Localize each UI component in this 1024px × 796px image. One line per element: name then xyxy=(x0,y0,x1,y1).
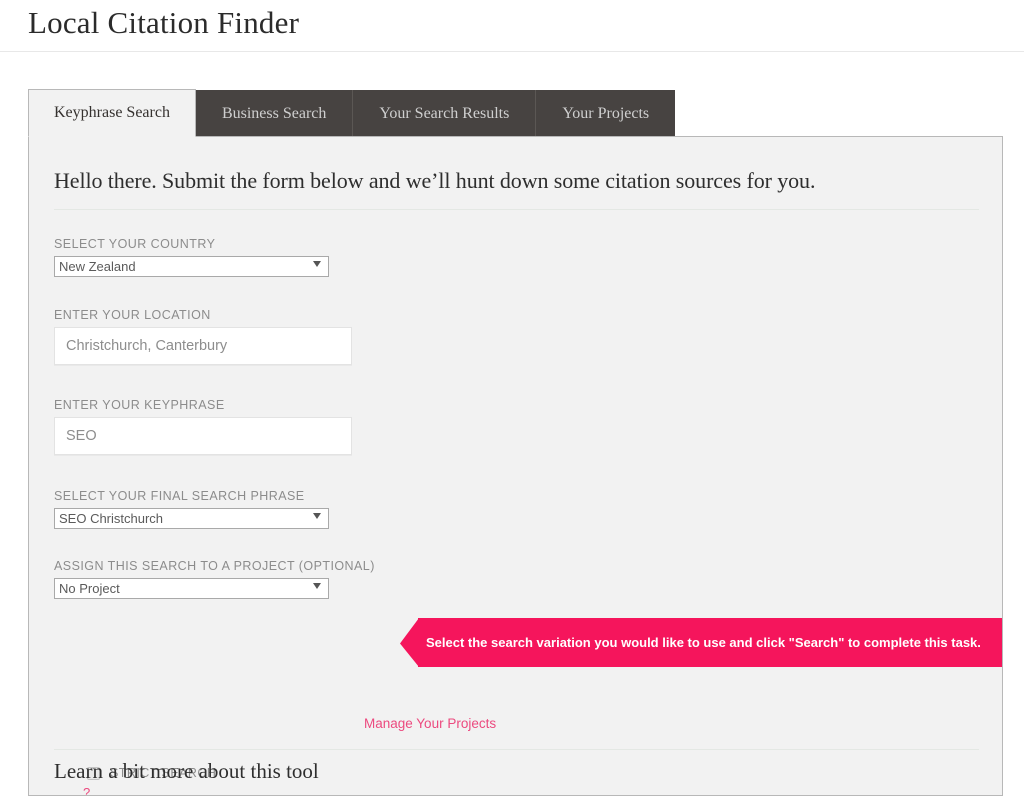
main-panel: Hello there. Submit the form below and w… xyxy=(28,136,1003,796)
field-project: ASSIGN THIS SEARCH TO A PROJECT (OPTIONA… xyxy=(54,559,375,599)
tab-your-projects[interactable]: Your Projects xyxy=(536,90,676,137)
bottom-divider xyxy=(54,749,979,750)
field-location: ENTER YOUR LOCATION xyxy=(54,308,352,365)
tab-bar: Keyphrase Search Business Search Your Se… xyxy=(28,89,676,137)
final-phrase-select-holder: SEO Christchurch xyxy=(54,508,329,529)
tab-label: Your Projects xyxy=(562,105,650,122)
location-label: ENTER YOUR LOCATION xyxy=(54,308,211,322)
tab-label: Keyphrase Search xyxy=(54,104,170,121)
final-phrase-select[interactable]: SEO Christchurch xyxy=(54,508,329,529)
site-header: Local Citation Finder xyxy=(0,0,1024,52)
intro-heading: Hello there. Submit the form below and w… xyxy=(54,168,816,193)
callout-arrow-icon xyxy=(400,618,419,667)
callout-text: Select the search variation you would li… xyxy=(426,635,981,650)
country-select[interactable]: New Zealand xyxy=(54,256,329,277)
location-input[interactable] xyxy=(54,327,352,365)
final-phrase-label: SELECT YOUR FINAL SEARCH PHRASE xyxy=(54,489,305,503)
help-question-icon[interactable]: ? xyxy=(83,785,90,795)
intro-divider xyxy=(54,209,979,210)
project-select[interactable]: No Project xyxy=(54,578,329,599)
task-callout: Select the search variation you would li… xyxy=(400,618,1002,667)
page-title: Local Citation Finder xyxy=(28,5,300,40)
project-select-holder: No Project xyxy=(54,578,329,599)
tab-label: Your Search Results xyxy=(379,105,510,122)
keyphrase-input[interactable] xyxy=(54,417,352,455)
callout-body: Select the search variation you would li… xyxy=(418,618,1002,667)
tab-keyphrase-search[interactable]: Keyphrase Search xyxy=(28,89,196,137)
tab-your-search-results[interactable]: Your Search Results xyxy=(353,90,537,137)
field-country: SELECT YOUR COUNTRY New Zealand xyxy=(54,237,329,277)
manage-your-projects-link[interactable]: Manage Your Projects xyxy=(364,716,496,731)
keyphrase-label: ENTER YOUR KEYPHRASE xyxy=(54,398,225,412)
field-keyphrase: ENTER YOUR KEYPHRASE xyxy=(54,398,352,455)
country-label: SELECT YOUR COUNTRY xyxy=(54,237,216,251)
field-final-search-phrase: SELECT YOUR FINAL SEARCH PHRASE SEO Chri… xyxy=(54,489,329,529)
tab-business-search[interactable]: Business Search xyxy=(195,90,354,137)
country-select-holder: New Zealand xyxy=(54,256,329,277)
project-label: ASSIGN THIS SEARCH TO A PROJECT (OPTIONA… xyxy=(54,559,375,573)
tab-label: Business Search xyxy=(221,105,327,122)
